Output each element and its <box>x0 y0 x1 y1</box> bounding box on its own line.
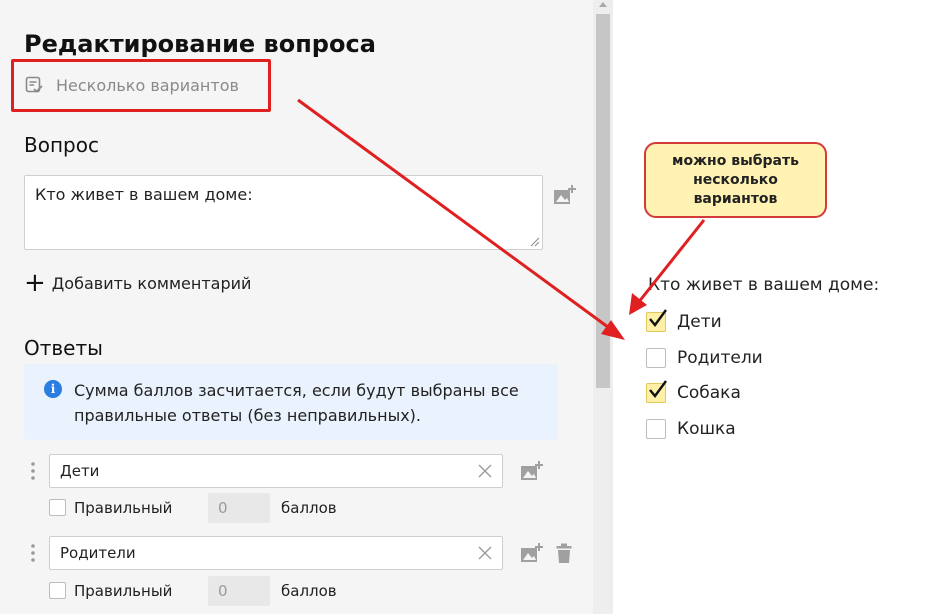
add-image-icon[interactable] <box>520 542 544 564</box>
answers-section-heading: Ответы <box>24 336 103 360</box>
editor-scrollbar[interactable] <box>593 0 613 614</box>
scroll-thumb[interactable] <box>596 14 610 388</box>
checkmark-icon <box>649 380 667 398</box>
question-text-input[interactable]: Кто живет в вашем доме: <box>24 175 543 250</box>
question-text-value: Кто живет в вашем доме: <box>35 185 253 204</box>
add-image-icon[interactable] <box>520 460 544 482</box>
annotation-callout: можно выбрать несколько вариантов <box>644 142 827 218</box>
question-type-label: Несколько вариантов <box>56 76 239 95</box>
answer-text: Родители <box>60 544 136 562</box>
question-type-selector[interactable]: Несколько вариантов <box>11 59 271 112</box>
multiple-choice-icon <box>25 76 43 93</box>
correct-checkbox[interactable] <box>49 499 66 516</box>
points-input[interactable]: 0 <box>208 576 270 606</box>
callout-line: можно выбрать <box>672 153 799 169</box>
preview-option-label: Кошка <box>677 419 736 439</box>
add-image-icon[interactable] <box>553 184 577 206</box>
drag-handle-icon[interactable] <box>28 542 38 566</box>
resize-grip-icon[interactable] <box>530 237 540 247</box>
add-comment-button[interactable]: + Добавить комментарий <box>24 268 252 298</box>
preview-option-label: Собака <box>677 383 741 403</box>
preview-option-label: Родители <box>677 348 763 368</box>
answer-input[interactable]: Родители <box>49 536 503 570</box>
trash-icon[interactable] <box>556 543 572 563</box>
callout-line: несколько <box>693 172 778 188</box>
question-section-heading: Вопрос <box>24 133 99 157</box>
correct-label: Правильный <box>74 499 173 517</box>
points-label: баллов <box>281 582 337 600</box>
answer-text: Дети <box>60 462 100 480</box>
correct-checkbox[interactable] <box>49 582 66 599</box>
preview-option-label: Дети <box>677 312 722 332</box>
clear-icon[interactable] <box>478 464 492 478</box>
scroll-up-arrow-icon[interactable] <box>599 2 607 7</box>
scoring-info-text: Сумма баллов засчитается, если будут выб… <box>74 381 519 425</box>
points-input[interactable]: 0 <box>208 493 270 523</box>
info-icon: i <box>44 380 62 398</box>
annotation-arrowhead <box>629 293 647 315</box>
clear-icon[interactable] <box>478 546 492 560</box>
drag-handle-icon[interactable] <box>28 460 38 484</box>
question-editor-panel: Редактирование вопроса Несколько вариант… <box>0 0 593 614</box>
preview-checkbox[interactable] <box>646 348 666 368</box>
plus-icon: + <box>24 268 46 298</box>
preview-question: Кто живет в вашем доме: <box>648 275 880 295</box>
points-label: баллов <box>281 499 337 517</box>
scoring-info-box: i Сумма баллов засчитается, если будут в… <box>24 364 558 440</box>
preview-checkbox[interactable] <box>646 419 666 439</box>
page-title: Редактирование вопроса <box>24 30 376 58</box>
answer-input[interactable]: Дети <box>49 454 503 488</box>
add-comment-label: Добавить комментарий <box>51 273 252 293</box>
callout-line: вариантов <box>693 191 778 207</box>
correct-label: Правильный <box>74 582 173 600</box>
checkmark-icon <box>649 309 667 327</box>
